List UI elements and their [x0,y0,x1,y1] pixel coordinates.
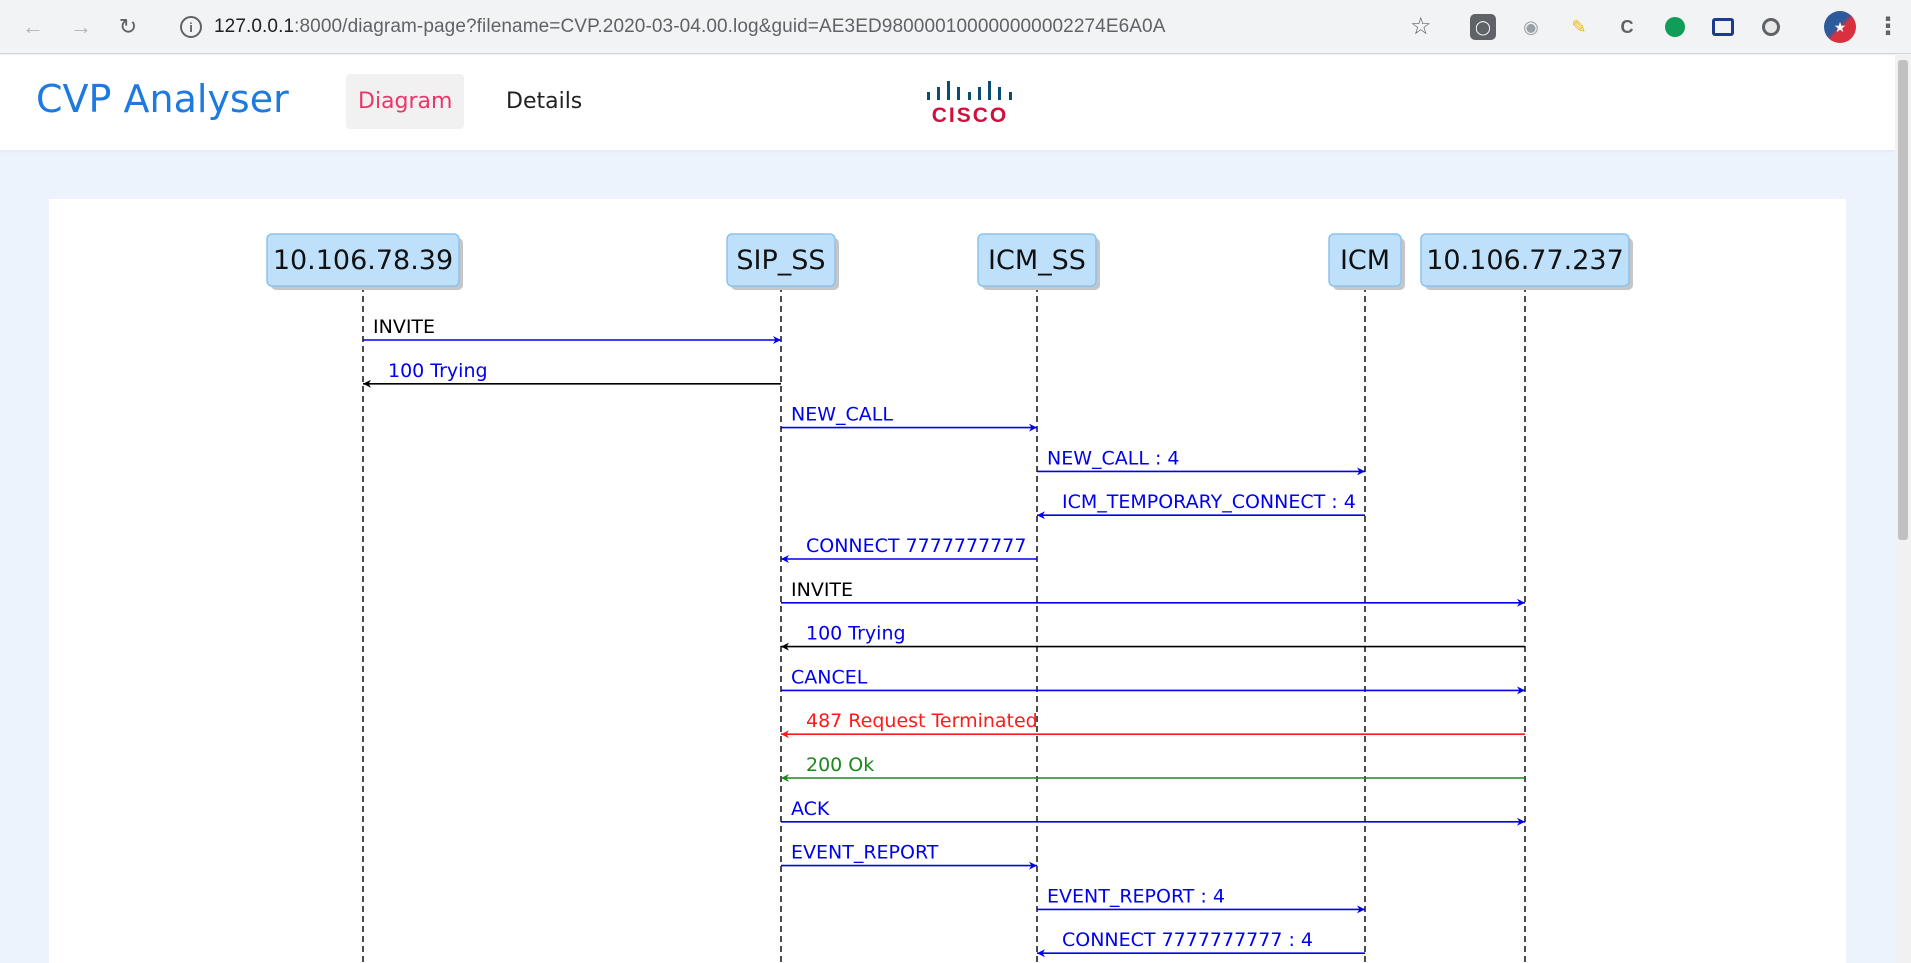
menu-icon[interactable]: ⋮ [1876,12,1900,41]
url-text[interactable]: 127.0.0.1:8000/diagram-page?filename=CVP… [214,16,1165,38]
message-label: 200 Ok [806,754,874,776]
message-label: EVENT_REPORT : 4 [1047,885,1225,907]
message-label: CANCEL [791,666,868,688]
message-label: CONNECT 7777777777 : 4 [1062,929,1313,951]
message-label: 100 Trying [806,623,906,645]
message-label: INVITE [373,316,435,338]
message-label: INVITE [791,579,853,601]
forward-icon[interactable]: → [66,12,96,42]
cisco-wordmark: CISCO [931,104,1009,127]
extension-bulb-icon[interactable]: ◯ [1470,14,1496,40]
pencil-icon[interactable]: ✎ [1566,14,1592,40]
camera-icon[interactable]: ◉ [1518,14,1544,40]
participant-label-p1: 10.106.78.39 [273,245,453,276]
participant-label-p4: ICM [1340,245,1390,276]
hangouts-icon[interactable] [1662,14,1688,40]
url-path: :8000/diagram-page?filename=CVP.2020-03-… [294,16,1166,37]
app-header: CVP Analyser Diagram Details CISCO [0,55,1895,150]
url-host: 127.0.0.1 [214,16,295,37]
message-label: NEW_CALL : 4 [1047,447,1180,469]
scrollbar-thumb[interactable] [1898,60,1908,540]
message-label: ACK [791,798,830,820]
profile-avatar[interactable]: ★ [1824,11,1856,43]
message-label: 487 Request Terminated [806,710,1038,732]
cisco-logo: CISCO [925,79,1015,131]
screen-share-icon[interactable] [1710,14,1736,40]
info-icon[interactable]: i [180,16,202,38]
participant-label-p3: ICM_SS [988,245,1086,276]
message-label: ICM_TEMPORARY_CONNECT : 4 [1062,491,1356,513]
extension-circle-icon[interactable] [1758,14,1784,40]
page-scrollbar[interactable] [1895,55,1911,963]
browser-toolbar: ← → ↻ i 127.0.0.1:8000/diagram-page?file… [0,0,1911,54]
message-label: EVENT_REPORT [791,842,939,864]
participant-label-p5: 10.106.77.237 [1426,245,1624,276]
star-icon[interactable]: ☆ [1410,12,1432,41]
back-icon[interactable]: ← [18,12,48,42]
message-label: 100 Trying [388,360,488,382]
message-label: CONNECT 7777777777 [806,535,1026,557]
diagram-card: 10.106.78.39 SIP_SS ICM_SS ICM 10.106.77.237… [49,199,1846,963]
cisco-bars-icon [927,81,1012,100]
message-label: NEW_CALL [791,404,893,426]
extension-c-icon[interactable]: C [1614,14,1640,40]
address-bar[interactable]: i 127.0.0.1:8000/diagram-page?filename=C… [160,6,1440,48]
nav-tab-diagram[interactable]: Diagram [346,74,465,129]
nav-tab-details[interactable]: Details [494,74,594,129]
sequence-diagram: 10.106.78.39 SIP_SS ICM_SS ICM 10.106.77.237… [266,233,1633,963]
app-title[interactable]: CVP Analyser [36,77,289,121]
reload-icon[interactable]: ↻ [113,12,143,42]
participant-label-p2: SIP_SS [736,245,825,276]
